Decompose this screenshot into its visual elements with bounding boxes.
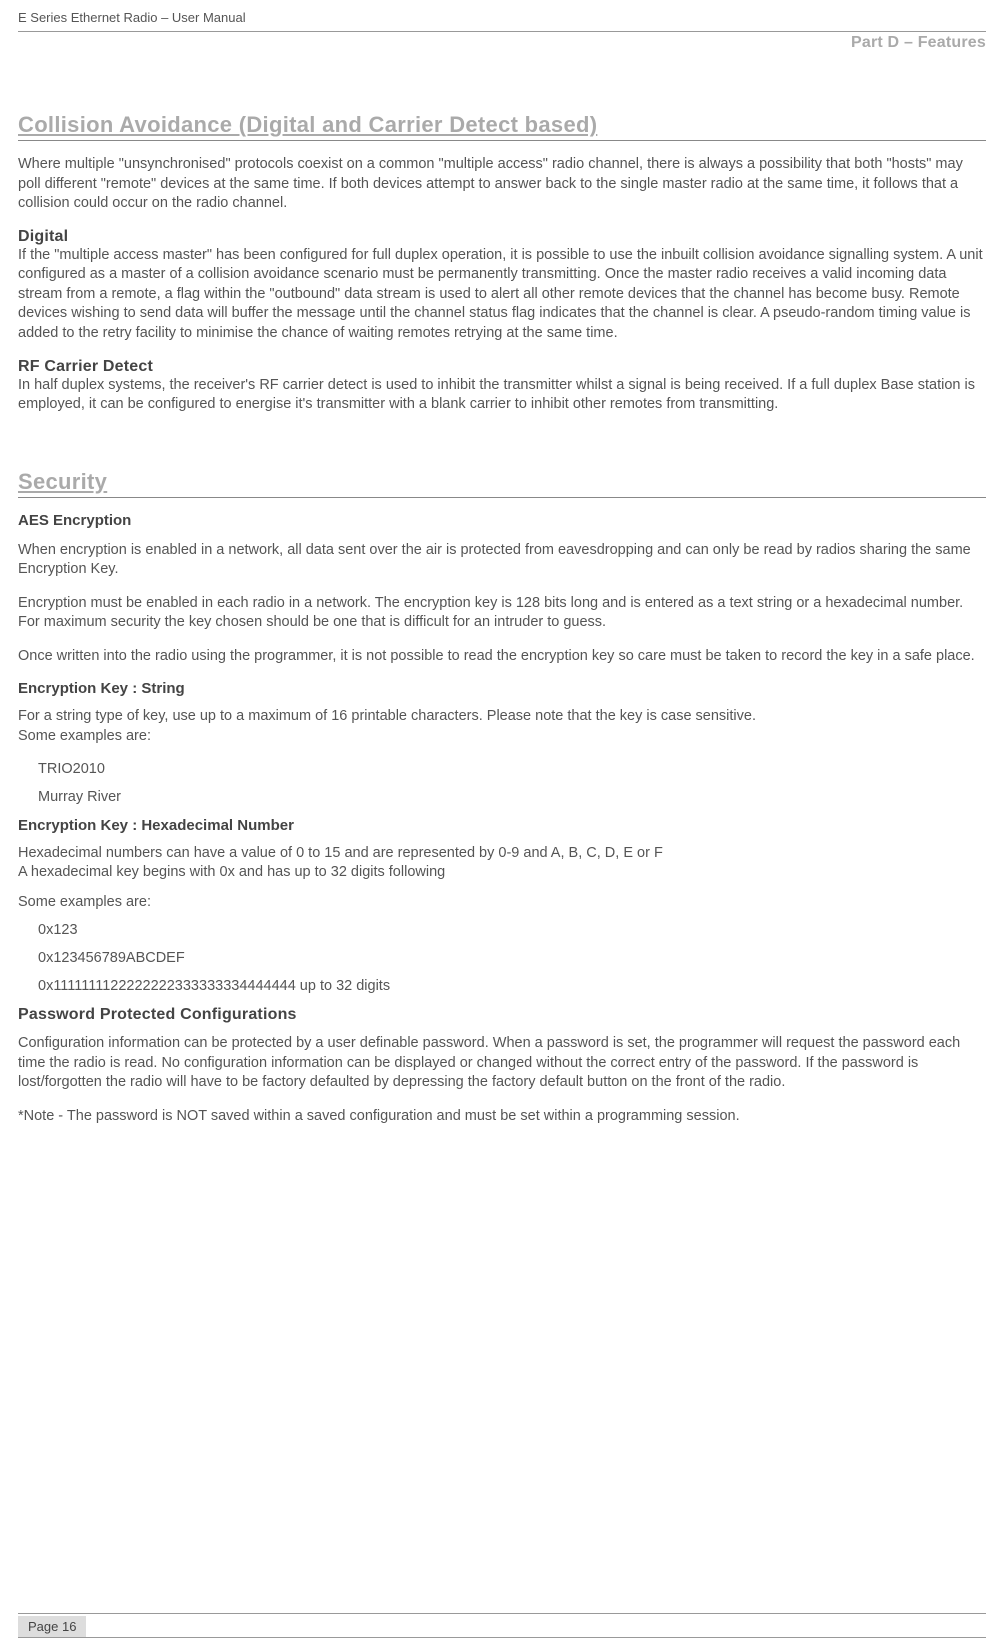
key-string-example: Murray River <box>38 789 986 805</box>
subheading-rf-carrier: RF Carrier Detect <box>18 358 986 376</box>
footer: Page 16 <box>18 1613 986 1638</box>
key-hex-intro: Hexadecimal numbers can have a value of … <box>18 844 986 883</box>
collision-intro: Where multiple "unsynchronised" protocol… <box>18 155 986 214</box>
key-string-intro: For a string type of key, use up to a ma… <box>18 707 986 746</box>
digital-body: If the "multiple access master" has been… <box>18 246 986 344</box>
subheading-key-string: Encryption Key : String <box>18 680 986 697</box>
subheading-key-hex: Encryption Key : Hexadecimal Number <box>18 817 986 834</box>
part-label: Part D – Features <box>18 34 986 52</box>
key-hex-example: 0x123 <box>38 922 986 938</box>
header-rule <box>18 31 986 32</box>
rf-carrier-body: In half duplex systems, the receiver's R… <box>18 376 986 415</box>
key-hex-examples-label: Some examples are: <box>18 893 986 913</box>
aes-p3: Once written into the radio using the pr… <box>18 647 986 667</box>
subheading-password: Password Protected Configurations <box>18 1006 986 1024</box>
heading-collision-avoidance: Collision Avoidance (Digital and Carrier… <box>18 112 986 141</box>
doc-title: E Series Ethernet Radio – User Manual <box>18 10 986 31</box>
footer-rule <box>18 1637 986 1638</box>
page-number: Page 16 <box>18 1616 86 1637</box>
key-hex-example: 0x1111111122222222333333334444444 up to … <box>38 978 986 994</box>
aes-p1: When encryption is enabled in a network,… <box>18 541 986 580</box>
subheading-aes: AES Encryption <box>18 512 986 529</box>
subheading-digital: Digital <box>18 228 986 246</box>
password-body: Configuration information can be protect… <box>18 1034 986 1093</box>
key-string-example: TRIO2010 <box>38 761 986 777</box>
key-hex-example: 0x123456789ABCDEF <box>38 950 986 966</box>
password-note: *Note - The password is NOT saved within… <box>18 1107 986 1127</box>
heading-security: Security <box>18 469 986 498</box>
footer-rule <box>18 1613 986 1614</box>
aes-p2: Encryption must be enabled in each radio… <box>18 594 986 633</box>
